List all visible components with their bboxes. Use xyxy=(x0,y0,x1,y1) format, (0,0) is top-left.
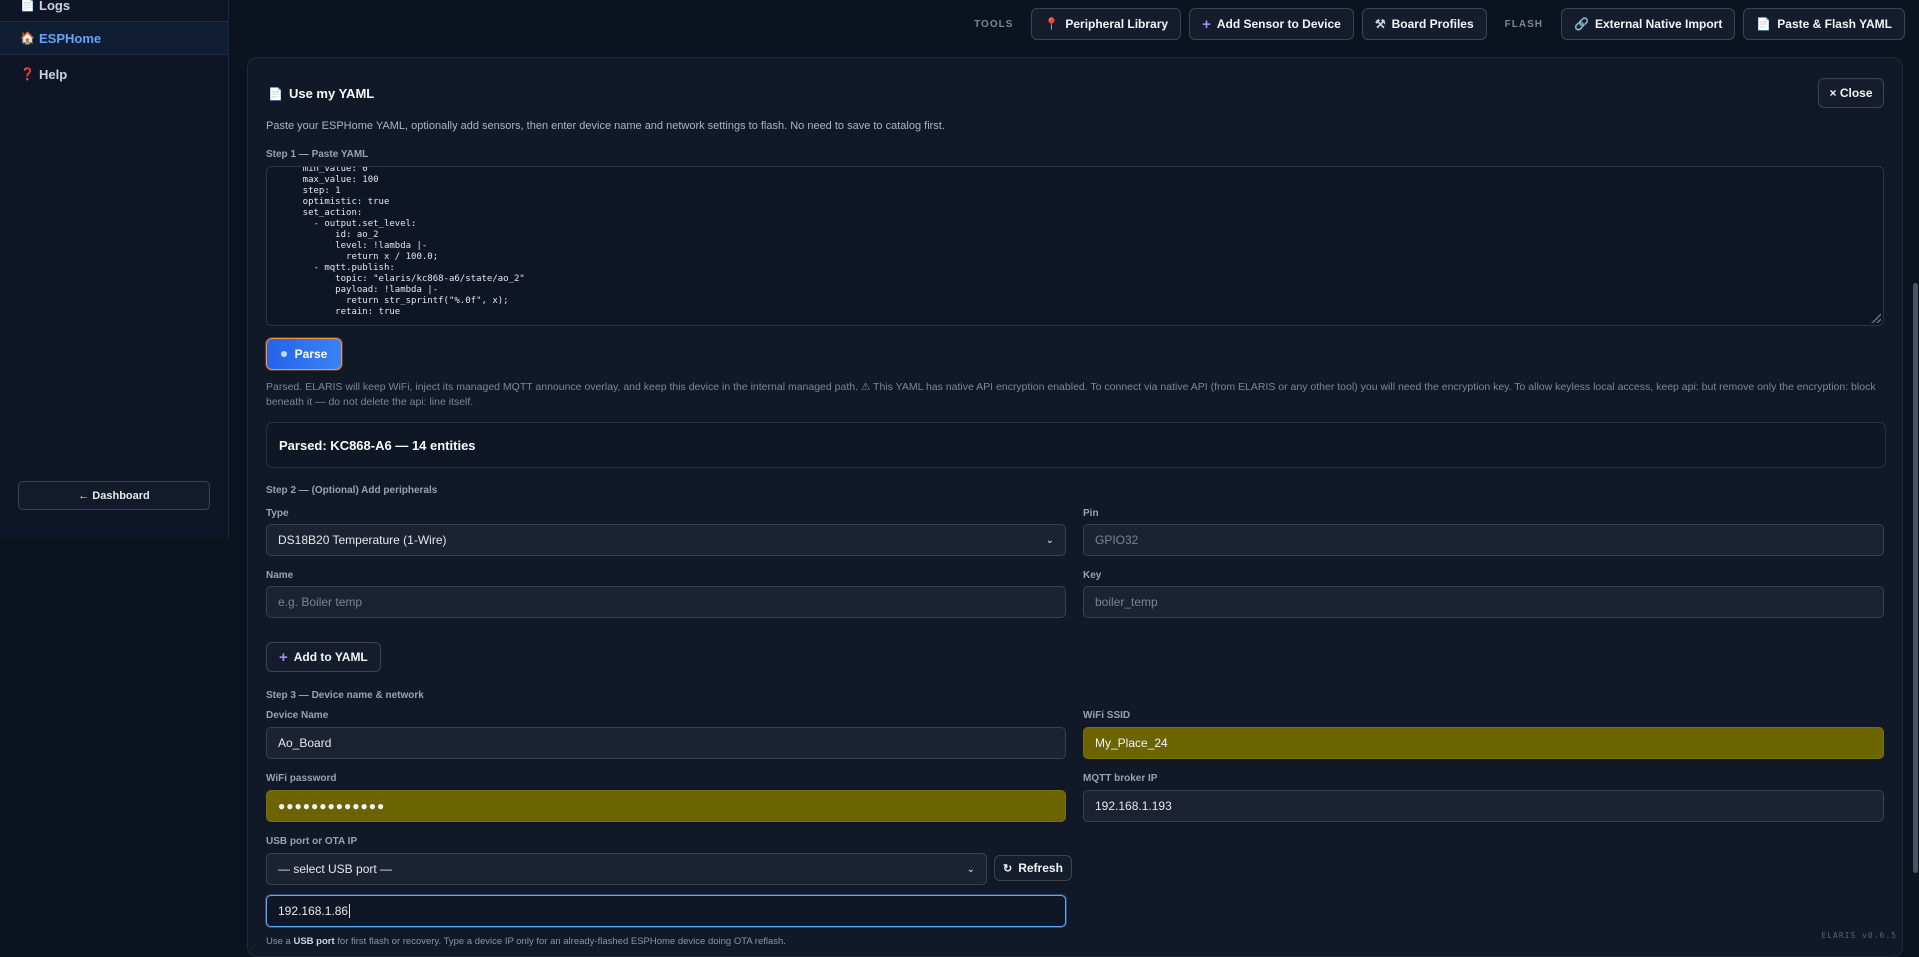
parsed-summary: Parsed: KC868-A6 — 14 entities xyxy=(266,422,1886,468)
refresh-button[interactable]: ↻ Refresh xyxy=(994,855,1072,881)
document-icon: 📄 xyxy=(1756,17,1772,31)
ota-ip-input[interactable]: 192.168.1.86 xyxy=(266,895,1066,927)
type-label: Type xyxy=(266,508,289,519)
pin-icon: 📍 xyxy=(1044,17,1060,31)
sidebar-item-esphome[interactable]: 🏠 ESPHome xyxy=(0,21,228,55)
pin-input[interactable]: GPIO32 xyxy=(1083,524,1884,556)
chevron-down-icon: ⌄ xyxy=(1045,534,1054,546)
name-input[interactable]: e.g. Boiler temp xyxy=(266,586,1066,618)
parse-button[interactable]: Parse xyxy=(266,338,342,370)
plus-icon: + xyxy=(279,648,288,666)
question-icon: ❓ xyxy=(20,67,35,81)
hint-suffix: for first flash or recovery. Type a devi… xyxy=(334,936,786,947)
button-label: Peripheral Library xyxy=(1065,17,1169,31)
step2-label: Step 2 — (Optional) Add peripherals xyxy=(266,485,438,496)
text-caret xyxy=(349,904,351,918)
board-profiles-button[interactable]: ⚒ Board Profiles xyxy=(1361,8,1487,40)
usb-port-label: USB port or OTA IP xyxy=(266,836,358,847)
peripheral-library-button[interactable]: 📍 Peripheral Library xyxy=(1031,8,1182,40)
ota-ip-value: 192.168.1.86 xyxy=(278,904,349,918)
refresh-icon: ↻ xyxy=(1003,862,1013,875)
sidebar: 📄 Logs 🏠 ESPHome ❓ Help ← Dashboard xyxy=(0,0,229,538)
device-name-label: Device Name xyxy=(266,710,329,721)
yaml-textarea[interactable]: min_value: 0 max_value: 100 step: 1 opti… xyxy=(266,166,1884,326)
version-label: ELARIS v0.6.5 xyxy=(1821,931,1897,940)
hint-bold: USB port xyxy=(293,936,335,947)
panel-intro: Paste your ESPHome YAML, optionally add … xyxy=(266,120,945,132)
hint-prefix: Use a xyxy=(266,936,294,947)
resize-handle-icon[interactable] xyxy=(1871,313,1881,323)
link-icon: 🔗 xyxy=(1574,17,1589,31)
flash-label: FLASH xyxy=(1504,18,1543,30)
usb-port-select[interactable]: — select USB port — ⌄ xyxy=(266,853,987,885)
wifi-ssid-label: WiFi SSID xyxy=(1083,710,1131,721)
key-input[interactable]: boiler_temp xyxy=(1083,586,1884,618)
sidebar-item-label: Help xyxy=(39,66,68,82)
panel-title: 📄 Use my YAML xyxy=(268,86,374,101)
device-name-input[interactable]: Ao_Board xyxy=(266,727,1066,759)
external-native-import-button[interactable]: 🔗 External Native Import xyxy=(1561,8,1736,40)
mqtt-broker-input[interactable]: 192.168.1.193 xyxy=(1083,790,1884,822)
document-icon: 📄 xyxy=(268,86,283,101)
add-to-yaml-button[interactable]: + Add to YAML xyxy=(266,642,381,672)
key-label: Key xyxy=(1083,570,1102,581)
button-label: External Native Import xyxy=(1594,17,1723,31)
scroll-thumb[interactable] xyxy=(1913,283,1918,873)
dashboard-button[interactable]: ← Dashboard xyxy=(18,481,210,510)
paste-flash-yaml-button[interactable]: 📄 Paste & Flash YAML xyxy=(1743,8,1905,40)
wifi-password-label: WiFi password xyxy=(266,773,337,784)
tools-label: TOOLS xyxy=(974,18,1014,30)
button-label: Paste & Flash YAML xyxy=(1777,17,1892,31)
close-button[interactable]: × Close xyxy=(1818,78,1884,108)
document-icon: 📄 xyxy=(20,0,35,12)
dot-icon xyxy=(280,351,287,357)
panel-title-text: Use my YAML xyxy=(288,86,375,101)
sidebar-item-label: Logs xyxy=(39,0,71,13)
chevron-down-icon: ⌄ xyxy=(966,863,975,875)
toolbar: TOOLS 📍 Peripheral Library + Add Sensor … xyxy=(966,7,1905,41)
type-select-value: DS18B20 Temperature (1-Wire) xyxy=(278,533,447,547)
mqtt-broker-label: MQTT broker IP xyxy=(1083,773,1158,784)
page-scrollbar[interactable] xyxy=(1911,0,1919,945)
yaml-content: min_value: 0 max_value: 100 step: 1 opti… xyxy=(302,166,525,317)
sidebar-item-help[interactable]: ❓ Help xyxy=(0,57,228,91)
wifi-password-input[interactable]: ●●●●●●●●●●●●● xyxy=(266,790,1066,822)
parsed-message: Parsed. ELARIS will keep WiFi, inject it… xyxy=(266,381,1876,408)
button-label: Board Profiles xyxy=(1391,17,1474,31)
pin-label: Pin xyxy=(1083,508,1099,519)
wifi-ssid-input[interactable]: My_Place_24 xyxy=(1083,727,1884,759)
sidebar-item-logs[interactable]: 📄 Logs xyxy=(0,0,228,22)
usb-hint: Use a USB port for first flash or recove… xyxy=(266,936,786,947)
button-label: Refresh xyxy=(1018,861,1063,875)
sidebar-item-label: ESPHome xyxy=(39,30,102,46)
type-select[interactable]: DS18B20 Temperature (1-Wire) ⌄ xyxy=(266,524,1066,556)
use-yaml-panel: 📄 Use my YAML × Close Paste your ESPHome… xyxy=(247,57,1903,957)
add-sensor-button[interactable]: + Add Sensor to Device xyxy=(1189,8,1354,40)
home-icon: 🏠 xyxy=(20,31,35,45)
name-label: Name xyxy=(266,570,294,581)
plus-icon: + xyxy=(1202,15,1211,33)
button-label: Add to YAML xyxy=(293,650,368,664)
button-label: Add Sensor to Device xyxy=(1216,17,1341,31)
button-label: Parse xyxy=(294,347,328,361)
step3-label: Step 3 — Device name & network xyxy=(266,690,424,701)
tools-icon: ⚒ xyxy=(1374,17,1386,31)
usb-port-select-value: — select USB port — xyxy=(278,862,393,876)
step1-label: Step 1 — Paste YAML xyxy=(266,149,369,160)
